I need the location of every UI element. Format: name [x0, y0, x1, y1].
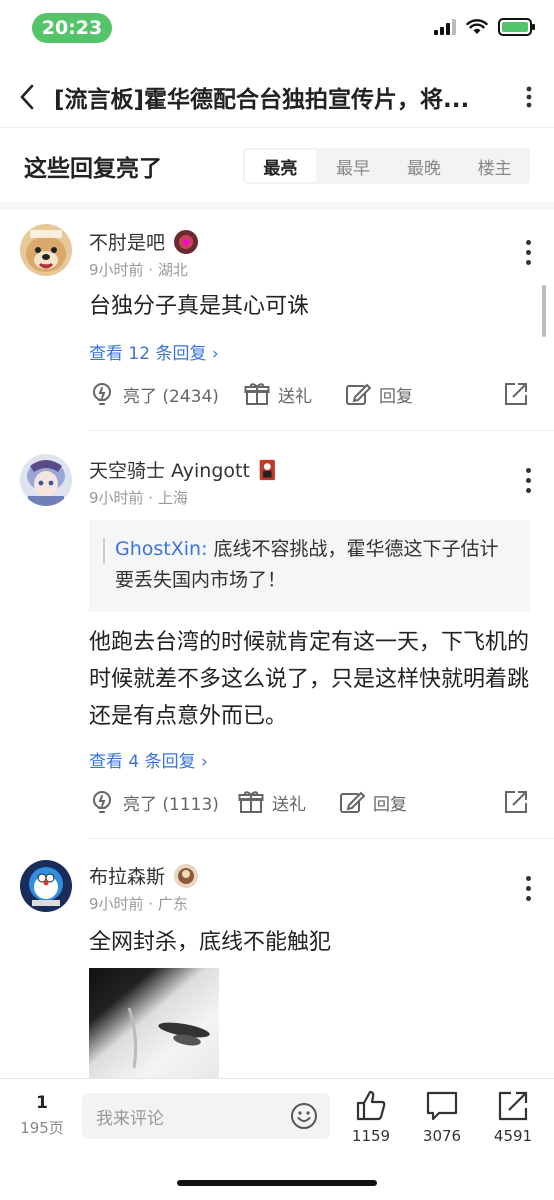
- page-current: 1: [36, 1093, 48, 1113]
- comment-separator: [88, 430, 554, 431]
- status-time: 20:23: [32, 13, 112, 43]
- wifi-icon: [466, 19, 488, 34]
- reply-button[interactable]: 回复: [345, 381, 413, 407]
- reply-label: 回复: [379, 386, 413, 407]
- share-button[interactable]: [503, 789, 529, 815]
- view-replies-link[interactable]: 查看 4 条回复 ›: [89, 747, 208, 772]
- section-divider: [0, 202, 554, 210]
- chevron-left-icon: [20, 84, 34, 109]
- comment-meta: 9小时前 · 上海: [89, 489, 188, 507]
- back-button[interactable]: [0, 66, 54, 128]
- comment-more-button[interactable]: [524, 468, 532, 493]
- scrollbar[interactable]: [542, 285, 546, 337]
- share-icon: [498, 1091, 528, 1121]
- comment-image[interactable]: [89, 968, 219, 1078]
- comment-more-button[interactable]: [524, 240, 532, 265]
- like-total: 1159: [351, 1127, 391, 1145]
- tab-brightest[interactable]: 最亮: [245, 150, 316, 182]
- edit-icon: [346, 383, 371, 405]
- comment-text: 他跑去台湾的时候就肯定有这一天，下飞机的时候就差不多这么说了，只是这样快就明着跳…: [89, 630, 530, 729]
- share-button[interactable]: [503, 381, 529, 407]
- gift-label: 送礼: [272, 794, 306, 815]
- comment-separator: [88, 838, 554, 839]
- tab-op[interactable]: 楼主: [459, 148, 530, 184]
- thumbs-up-icon: [356, 1090, 386, 1121]
- comment-meta: 9小时前 · 湖北: [89, 261, 188, 279]
- avatar[interactable]: [20, 454, 72, 506]
- comment-text: 台独分子真是其心可诛: [89, 294, 310, 319]
- comment-actions: 亮了 (1113) 送礼 回复: [89, 785, 529, 819]
- comment-meta: 9小时前 · 广东: [89, 895, 188, 913]
- home-indicator[interactable]: [177, 1180, 377, 1186]
- anime-avatar-icon: [20, 454, 72, 506]
- like-count: 亮了 (1113): [123, 794, 219, 815]
- lightbulb-icon: [93, 791, 111, 813]
- comment-header: 天空骑士 Ayingott: [89, 456, 280, 483]
- gift-icon: [244, 383, 270, 405]
- top-nav: [流言板]霍华德配合台独拍宣传片，将...: [0, 66, 554, 128]
- username[interactable]: 布拉森斯: [89, 862, 165, 889]
- tab-earliest[interactable]: 最早: [318, 148, 389, 184]
- comment-header: 不肘是吧: [89, 228, 199, 255]
- section-header: 这些回复亮了 最亮 最早 最晚 楼主: [0, 130, 554, 202]
- section-title: 这些回复亮了: [24, 156, 162, 182]
- comment-actions: 亮了 (2434) 送礼 回复: [89, 377, 529, 411]
- share-icon: [505, 791, 527, 813]
- gift-button[interactable]: 送礼: [244, 381, 345, 407]
- page-title: [流言板]霍华德配合台独拍宣传片，将...: [54, 86, 470, 113]
- lightbulb-icon: [93, 383, 111, 405]
- view-replies-link[interactable]: 查看 12 条回复 ›: [89, 339, 219, 364]
- quoted-username[interactable]: GhostXin:: [115, 538, 207, 560]
- like-post-button[interactable]: 1159: [346, 1089, 396, 1145]
- like-button[interactable]: 亮了 (2434): [89, 381, 244, 407]
- gift-button[interactable]: 送礼: [238, 789, 339, 815]
- username[interactable]: 不肘是吧: [89, 228, 165, 255]
- meme-face-image: [127, 1007, 210, 1069]
- user-badge-icon: [174, 229, 199, 254]
- comments-button[interactable]: 3076: [417, 1089, 467, 1145]
- comment-text: 全网封杀，底线不能触犯: [89, 930, 332, 955]
- page-indicator[interactable]: 1 195页: [14, 1093, 70, 1138]
- status-bar: 20:23: [0, 0, 554, 56]
- reply-label: 回复: [373, 794, 407, 815]
- share-icon: [505, 383, 527, 405]
- signal-icon: [434, 19, 456, 35]
- more-menu-button[interactable]: [504, 86, 554, 108]
- reply-button[interactable]: 回复: [339, 789, 407, 815]
- gift-label: 送礼: [278, 386, 312, 407]
- like-button[interactable]: 亮了 (1113): [89, 789, 238, 815]
- doraemon-avatar-icon: [20, 860, 72, 912]
- avatar[interactable]: [20, 860, 72, 912]
- dog-avatar-icon: [20, 224, 72, 276]
- more-vertical-icon: [526, 86, 532, 107]
- username[interactable]: 天空骑士 Ayingott: [89, 456, 250, 483]
- user-badge-icon: [174, 863, 199, 888]
- comment-total: 3076: [422, 1127, 462, 1145]
- status-icons: [434, 18, 535, 36]
- edit-icon: [340, 791, 365, 813]
- comment-input[interactable]: 我来评论: [82, 1093, 330, 1139]
- sort-tabs: 最亮 最早 最晚 楼主: [243, 148, 530, 184]
- share-post-button[interactable]: 4591: [488, 1089, 538, 1145]
- emoji-icon[interactable]: [290, 1102, 318, 1130]
- like-count: 亮了 (2434): [123, 386, 219, 407]
- comment-more-button[interactable]: [524, 876, 532, 901]
- comment-input-placeholder: 我来评论: [96, 1108, 164, 1129]
- battery-icon: [498, 18, 535, 36]
- comment-header: 布拉森斯: [89, 862, 199, 889]
- quoted-reply: GhostXin: 底线不容挑战，霍华德这下子估计要丢失国内市场了！: [89, 520, 530, 612]
- avatar[interactable]: [20, 224, 72, 276]
- comment-icon: [426, 1091, 458, 1121]
- page-total: 195页: [20, 1119, 64, 1137]
- user-badge-icon: [259, 459, 275, 480]
- share-total: 4591: [493, 1127, 533, 1145]
- gift-icon: [238, 791, 264, 813]
- tab-latest[interactable]: 最晚: [389, 148, 460, 184]
